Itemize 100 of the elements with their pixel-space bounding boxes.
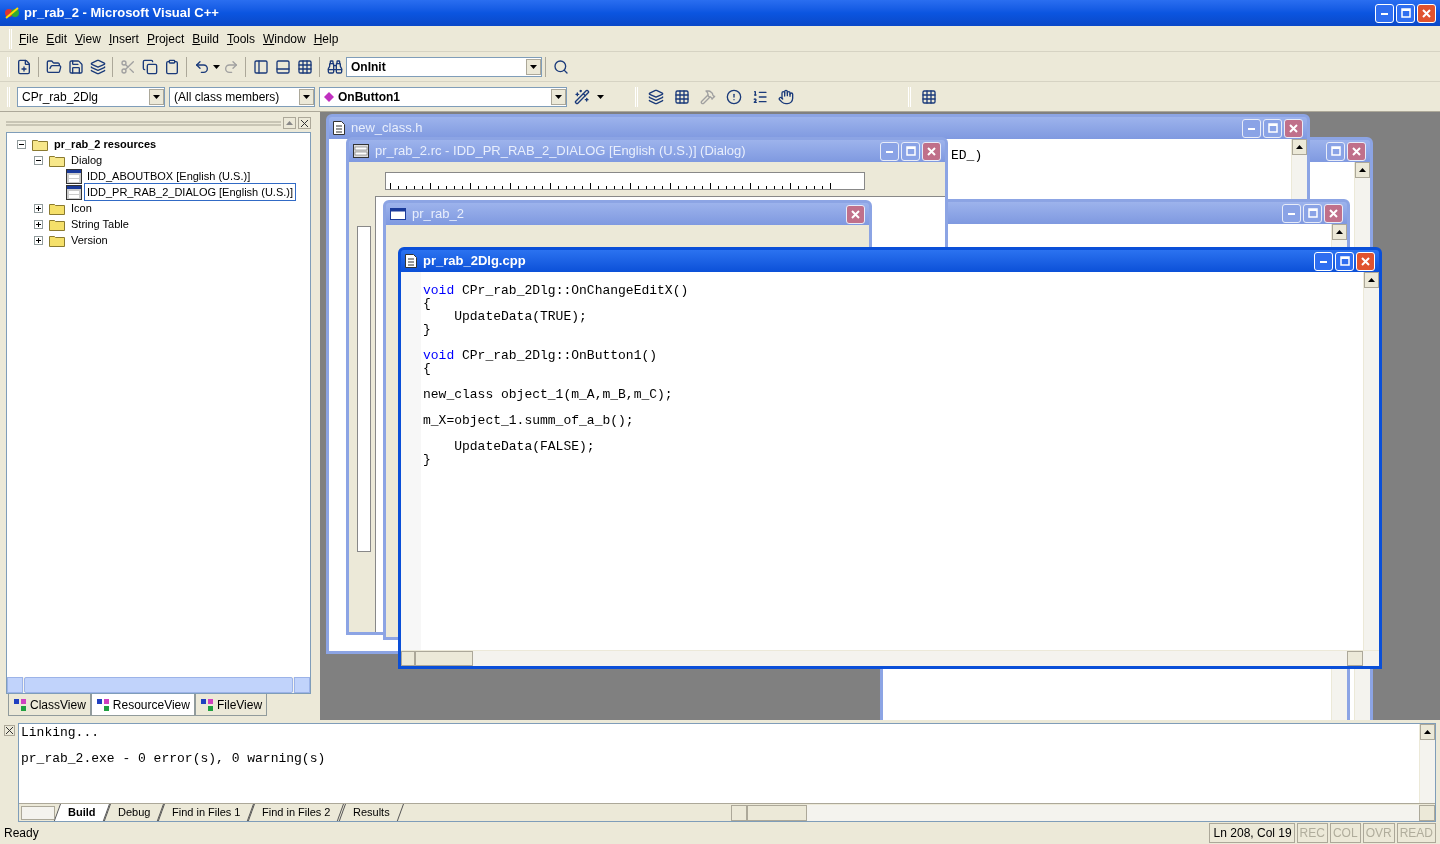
expand-icon[interactable] bbox=[34, 235, 43, 245]
vertical-scrollbar[interactable] bbox=[1419, 724, 1435, 803]
copy-icon[interactable] bbox=[142, 58, 158, 75]
menu-item[interactable]: File bbox=[15, 29, 43, 48]
vertical-scrollbar[interactable] bbox=[1363, 272, 1379, 650]
scroll-up-button[interactable] bbox=[1332, 224, 1347, 240]
output-icon[interactable] bbox=[275, 58, 291, 75]
close-button[interactable] bbox=[3, 725, 15, 736]
code-line: { bbox=[423, 362, 431, 375]
workspace-icon[interactable] bbox=[253, 58, 269, 75]
tab-icon bbox=[199, 697, 214, 712]
search-icon[interactable] bbox=[553, 58, 569, 75]
open-folder-icon[interactable] bbox=[46, 58, 62, 75]
tree-item[interactable]: IDD_PR_RAB_2_DIALOG [English (U.S.)] bbox=[84, 182, 297, 202]
code-line: new_class object_1(m_A,m_B,m_C); bbox=[423, 388, 673, 401]
horizontal-scrollbar[interactable] bbox=[7, 677, 310, 693]
document-icon bbox=[333, 121, 345, 135]
folder-icon bbox=[49, 233, 66, 247]
output-tab[interactable]: Debug bbox=[103, 804, 164, 821]
output-tab[interactable]: Build bbox=[54, 804, 110, 821]
folder-icon bbox=[49, 153, 66, 167]
code-line: { bbox=[423, 297, 431, 310]
window-icon bbox=[390, 208, 406, 220]
workspace-tab[interactable]: FileView bbox=[194, 694, 268, 716]
up-arrow-icon bbox=[1359, 168, 1366, 172]
up-arrow-icon bbox=[1336, 230, 1343, 234]
new-file-icon[interactable] bbox=[16, 58, 32, 75]
output-tab[interactable]: Find in Files 1 bbox=[157, 804, 255, 821]
output-tab[interactable]: Results bbox=[338, 804, 404, 821]
dropdown-arrow-icon[interactable] bbox=[153, 94, 160, 99]
menu-item[interactable]: View bbox=[71, 29, 105, 48]
collapse-icon[interactable] bbox=[34, 155, 43, 165]
workspace-tab[interactable]: ResourceView bbox=[90, 694, 195, 716]
folder-icon bbox=[49, 217, 66, 231]
horizontal-scrollbar[interactable] bbox=[401, 650, 1379, 666]
window-title: pr_rab_2Dlg.cpp bbox=[423, 252, 527, 271]
wizard-icon[interactable] bbox=[574, 88, 590, 105]
save-icon[interactable] bbox=[68, 58, 84, 75]
close-icon bbox=[1422, 8, 1431, 18]
filter-combo[interactable]: (All class members) bbox=[169, 86, 315, 107]
code-line: } bbox=[423, 323, 431, 336]
close-icon bbox=[1329, 208, 1338, 218]
maximize-icon bbox=[1400, 8, 1411, 18]
menu-item[interactable]: Insert bbox=[104, 29, 143, 48]
minimize-icon bbox=[1381, 11, 1388, 15]
function-combo[interactable]: OnInit bbox=[346, 56, 542, 77]
close-icon bbox=[1289, 123, 1298, 133]
code-line: m_X=object_1.summ_of_a_b(); bbox=[423, 414, 634, 427]
workspace-tab[interactable]: ClassView bbox=[8, 694, 91, 716]
minimize-icon bbox=[1320, 259, 1327, 263]
output-tab[interactable]: Find in Files 2 bbox=[248, 804, 345, 821]
output-line: Linking... bbox=[21, 726, 99, 739]
dropdown-arrow-icon[interactable] bbox=[597, 94, 604, 99]
code-line: UpdateData(FALSE); bbox=[453, 440, 595, 453]
expand-icon[interactable] bbox=[34, 203, 43, 213]
dialog-resource-icon bbox=[66, 168, 82, 184]
scroll-up-button[interactable] bbox=[1355, 162, 1370, 178]
status-message: Ready bbox=[4, 825, 40, 842]
window-title: pr_rab_2 bbox=[412, 205, 466, 224]
close-icon bbox=[1352, 146, 1361, 156]
close-icon bbox=[851, 209, 860, 219]
dropdown-arrow-icon[interactable] bbox=[530, 64, 537, 69]
expand-icon[interactable] bbox=[34, 219, 43, 229]
dropdown-arrow-icon[interactable] bbox=[213, 64, 220, 69]
menu-item[interactable]: Edit bbox=[42, 29, 72, 48]
status-indicator: REC bbox=[1296, 823, 1328, 843]
menu-item[interactable]: Tools bbox=[222, 29, 259, 48]
code-line: void CPr_rab_2Dlg::OnButton1() bbox=[423, 349, 658, 362]
code-line: } bbox=[423, 453, 431, 466]
close-icon bbox=[927, 146, 936, 156]
scroll-up-button[interactable] bbox=[1292, 139, 1307, 155]
undo-icon[interactable] bbox=[194, 58, 210, 75]
horizontal-scrollbar[interactable] bbox=[730, 804, 1435, 821]
document-icon bbox=[405, 254, 417, 268]
close-button[interactable] bbox=[298, 117, 311, 129]
dialog-resource-icon bbox=[66, 184, 82, 200]
menu-item[interactable]: Window bbox=[259, 29, 310, 48]
menu-item[interactable]: Build bbox=[188, 29, 223, 48]
class-combo[interactable]: CPr_rab_2Dlg bbox=[17, 86, 165, 107]
close-icon bbox=[1361, 256, 1370, 266]
code-line: void CPr_rab_2Dlg::OnChangeEditX() bbox=[423, 284, 689, 297]
dropdown-arrow-icon[interactable] bbox=[303, 94, 310, 99]
output-line: pr_rab_2.exe - 0 error(s), 0 warning(s) bbox=[21, 752, 326, 765]
tab-icon bbox=[13, 697, 27, 712]
breakpoint-hand-icon[interactable] bbox=[778, 88, 794, 105]
folder-icon bbox=[49, 201, 66, 215]
window-title: new_class.h bbox=[351, 119, 424, 138]
menu-item[interactable]: Project bbox=[142, 29, 189, 48]
scroll-up-button[interactable] bbox=[1420, 724, 1435, 740]
up-arrow-icon bbox=[1368, 278, 1375, 282]
code-line: UpdateData(TRUE); bbox=[453, 310, 587, 323]
collapse-icon[interactable] bbox=[17, 139, 26, 149]
paste-icon[interactable] bbox=[164, 58, 180, 75]
dropdown-arrow-icon[interactable] bbox=[555, 94, 562, 99]
tab-icon bbox=[95, 697, 110, 712]
scroll-up-button[interactable] bbox=[1364, 272, 1379, 288]
menu-item[interactable]: Help bbox=[309, 29, 343, 48]
minimize-icon bbox=[1248, 126, 1255, 130]
member-combo[interactable]: OnButton1 bbox=[319, 86, 567, 107]
find-in-files-icon[interactable] bbox=[327, 58, 343, 75]
